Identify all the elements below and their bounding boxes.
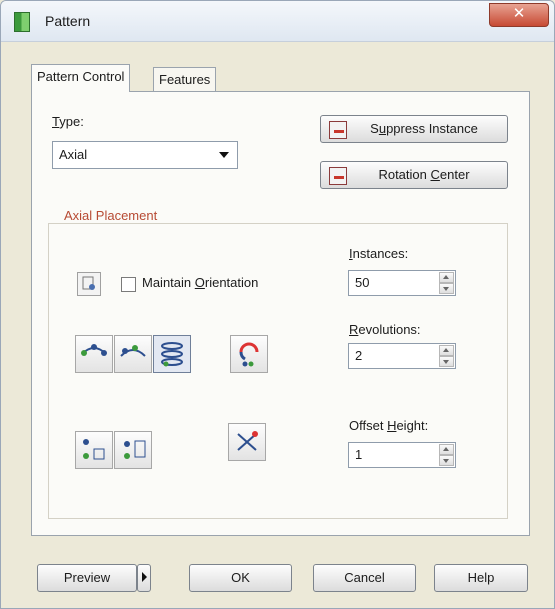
- axial-placement-title: Axial Placement: [61, 208, 161, 223]
- revolutions-input[interactable]: 2: [348, 343, 456, 369]
- help-button[interactable]: Help: [434, 564, 528, 592]
- tab-label: Pattern Control: [37, 69, 125, 84]
- type-select[interactable]: Axial: [52, 141, 238, 169]
- align-right-button[interactable]: [114, 431, 152, 469]
- spin-up-icon[interactable]: [439, 345, 454, 356]
- preview-button[interactable]: Preview: [37, 564, 137, 592]
- window-title: Pattern: [45, 13, 91, 29]
- pattern-arc-button[interactable]: [75, 335, 113, 373]
- pattern-dialog: Pattern ✕ Pattern Control Features Type:…: [0, 0, 555, 609]
- pattern-circle-button[interactable]: [114, 335, 152, 373]
- revolutions-value: 2: [355, 348, 363, 363]
- title-bar: Pattern ✕: [1, 1, 554, 42]
- offset-height-label: Offset Height:: [349, 418, 429, 433]
- maintain-orientation-checkbox[interactable]: [121, 277, 136, 292]
- chevron-right-icon: [141, 572, 147, 582]
- helix-icon: [161, 342, 183, 367]
- align-right-icon: [124, 440, 146, 459]
- pattern-helix-button[interactable]: [153, 335, 191, 373]
- rotation-icon: [329, 167, 347, 185]
- spin-up-icon[interactable]: [439, 444, 454, 455]
- spin-down-icon[interactable]: [439, 356, 454, 367]
- arc-pattern-icon: [81, 344, 107, 356]
- revolutions-label: Revolutions:: [349, 322, 421, 337]
- align-left-button[interactable]: [75, 431, 113, 469]
- select-axis-icon[interactable]: [77, 272, 101, 296]
- rotation-center-button[interactable]: Rotation Center: [320, 161, 508, 189]
- instances-input[interactable]: 50: [348, 270, 456, 296]
- maintain-orientation-label: Maintain Orientation: [142, 275, 259, 290]
- instances-value: 50: [355, 275, 370, 290]
- chevron-down-icon: [219, 152, 229, 158]
- align-left-icon: [83, 439, 105, 460]
- tab-features[interactable]: Features: [153, 67, 217, 92]
- suppress-icon: [329, 121, 347, 139]
- close-button[interactable]: ✕: [489, 3, 549, 27]
- app-icon: [14, 12, 30, 32]
- offset-height-input[interactable]: 1: [348, 442, 456, 468]
- instances-label: Instances:: [349, 246, 409, 261]
- suppress-instance-button[interactable]: Suppress Instance: [320, 115, 508, 143]
- ok-button[interactable]: OK: [189, 564, 292, 592]
- spin-up-icon[interactable]: [439, 272, 454, 283]
- flip-direction-button[interactable]: [228, 423, 266, 461]
- cancel-button[interactable]: Cancel: [313, 564, 416, 592]
- flip-direction-icon: [237, 431, 258, 451]
- tab-pattern-control[interactable]: Pattern Control: [31, 64, 131, 92]
- type-value: Axial: [59, 147, 88, 162]
- circle-pattern-icon: [120, 345, 146, 357]
- tab-label: Features: [159, 72, 211, 87]
- spin-down-icon[interactable]: [439, 455, 454, 466]
- spin-down-icon[interactable]: [439, 283, 454, 294]
- close-icon: ✕: [512, 5, 526, 22]
- preview-expand-button[interactable]: [137, 564, 151, 592]
- rotate-pattern-button[interactable]: [230, 335, 268, 373]
- offset-height-value: 1: [355, 447, 363, 462]
- rotate-icon: [239, 342, 259, 367]
- type-label: Type:: [52, 114, 84, 129]
